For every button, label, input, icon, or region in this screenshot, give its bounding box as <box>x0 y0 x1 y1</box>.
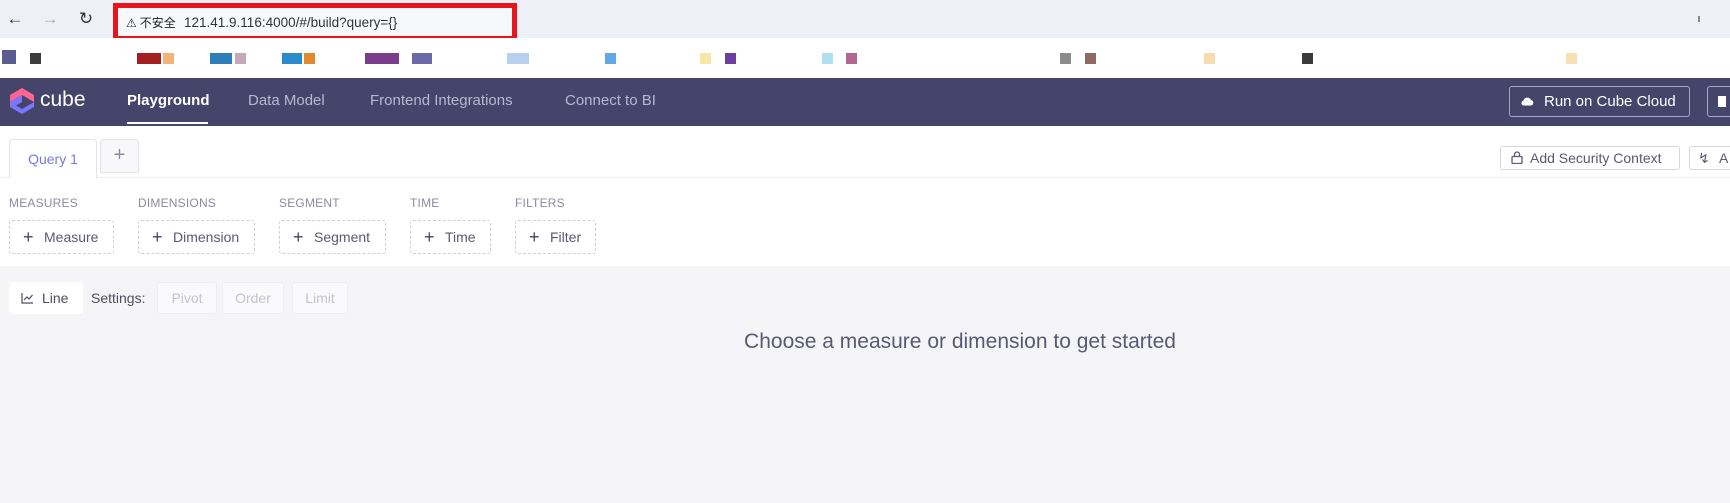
bookmark-icon[interactable] <box>235 53 246 64</box>
add-security-context-button[interactable]: Add Security Context <box>1500 146 1680 170</box>
query-builder-members <box>0 178 1730 266</box>
nav-tab-data-model[interactable]: Data Model <box>248 92 325 110</box>
nav-tab-connect-to-bi[interactable]: Connect to BI <box>565 92 656 110</box>
add-security-context-label: Add Security Context <box>1530 150 1662 166</box>
add-filter-label: Filter <box>550 229 582 245</box>
header-edge-button[interactable] <box>1707 86 1730 117</box>
bookmark-icon[interactable] <box>163 53 174 64</box>
nav-tab-frontend-integrations[interactable]: Frontend Integrations <box>370 92 513 110</box>
dimensions-label: DIMENSIONS <box>138 196 217 210</box>
query-tabs-bar <box>0 126 1730 178</box>
add-time-button[interactable]: + Time <box>410 220 491 254</box>
plus-icon: + <box>152 227 163 247</box>
url-text[interactable]: 121.41.9.116:4000/#/build?query={} <box>184 14 397 32</box>
settings-label: Settings: <box>91 290 146 306</box>
measures-label: MEASURES <box>9 196 78 210</box>
bookmark-icon[interactable] <box>725 53 736 64</box>
add-measure-button[interactable]: + Measure <box>9 220 114 254</box>
bookmark-icon[interactable] <box>282 53 302 64</box>
filters-label: FILTERS <box>515 196 565 210</box>
bookmark-icon[interactable] <box>412 53 432 64</box>
bookmark-icon[interactable] <box>1060 53 1071 64</box>
plus-icon: + <box>424 227 435 247</box>
bookmark-icon[interactable] <box>605 53 616 64</box>
run-on-cube-cloud-label: Run on Cube Cloud <box>1544 93 1676 110</box>
chart-type-button[interactable]: Line <box>9 282 83 314</box>
pivot-button[interactable]: Pivot <box>157 282 217 314</box>
bookmark-icon[interactable] <box>822 53 833 64</box>
empty-state-message: Choose a measure or dimension to get sta… <box>744 330 1176 353</box>
bookmark-icon[interactable] <box>1085 53 1096 64</box>
cloud-icon <box>1521 97 1534 106</box>
warning-icon: ⚠ <box>126 16 137 30</box>
nav-tab-playground[interactable]: Playground <box>127 92 210 110</box>
document-icon <box>1718 96 1726 107</box>
bookmark-icon[interactable] <box>365 53 399 64</box>
bookmark-icon[interactable] <box>1204 53 1215 64</box>
bookmark-icon[interactable] <box>30 53 41 64</box>
bookmark-icon[interactable] <box>137 53 161 64</box>
run-on-cube-cloud-button[interactable]: Run on Cube Cloud <box>1509 86 1690 117</box>
bookmark-icon[interactable] <box>2 50 16 64</box>
browser-menu-edge[interactable] <box>1698 16 1700 22</box>
tabs-edge-label: A <box>1719 150 1729 166</box>
address-bar[interactable]: ⚠ 不安全 121.41.9.116:4000/#/build?query={} <box>113 3 517 41</box>
bookmark-icon[interactable] <box>1566 53 1577 64</box>
bookmark-icon[interactable] <box>700 53 711 64</box>
line-chart-icon <box>21 293 33 304</box>
bookmarks-bar <box>0 38 1730 78</box>
segment-label: SEGMENT <box>279 196 340 210</box>
add-query-tab-button[interactable]: + <box>100 139 139 173</box>
time-label: TIME <box>410 196 440 210</box>
cube-logo-icon[interactable] <box>8 86 36 116</box>
add-measure-label: Measure <box>44 229 99 245</box>
back-icon[interactable]: ← <box>5 9 25 29</box>
bookmark-icon[interactable] <box>304 53 315 64</box>
plus-icon: + <box>293 227 304 247</box>
chart-type-label: Line <box>42 290 69 306</box>
security-label: 不安全 <box>139 16 176 30</box>
bookmark-icon[interactable] <box>1302 53 1313 64</box>
bookmark-icon[interactable] <box>210 53 232 64</box>
plus-icon: + <box>529 227 540 247</box>
forward-icon[interactable]: → <box>40 9 60 29</box>
tabs-edge-button[interactable]: ↯ A <box>1689 146 1730 170</box>
security-badge[interactable]: ⚠ 不安全 <box>126 14 176 32</box>
add-filter-button[interactable]: + Filter <box>515 220 596 254</box>
tab-query-1[interactable]: Query 1 <box>9 139 97 178</box>
add-segment-button[interactable]: + Segment <box>279 220 386 254</box>
add-segment-label: Segment <box>314 229 371 245</box>
lock-icon <box>1511 151 1523 164</box>
order-button[interactable]: Order <box>222 282 284 314</box>
limit-button[interactable]: Limit <box>292 282 348 314</box>
add-dimension-button[interactable]: + Dimension <box>138 220 255 254</box>
logo-text[interactable]: cube <box>40 88 86 112</box>
add-dimension-label: Dimension <box>173 229 240 245</box>
plus-icon: + <box>23 227 34 247</box>
nav-active-indicator <box>127 122 208 124</box>
bolt-icon: ↯ <box>1698 150 1710 166</box>
bookmark-icon[interactable] <box>507 53 529 64</box>
reload-icon[interactable]: ↻ <box>76 9 96 29</box>
bookmark-icon[interactable] <box>846 53 857 64</box>
add-time-label: Time <box>445 229 476 245</box>
